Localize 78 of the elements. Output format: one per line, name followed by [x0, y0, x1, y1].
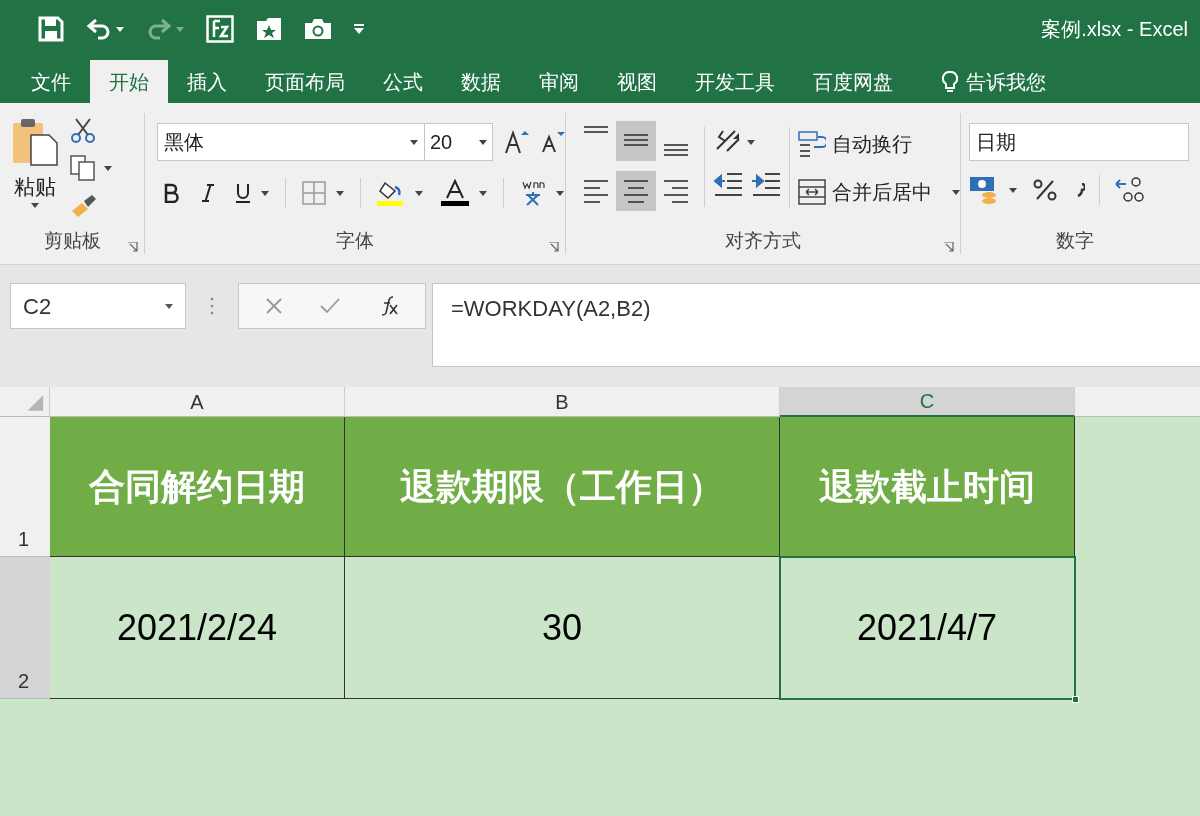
font-color-icon[interactable] [441, 179, 469, 207]
launcher-icon[interactable] [944, 242, 954, 252]
caret-icon[interactable] [410, 139, 418, 145]
tell-me-button[interactable]: 告诉我您 [912, 60, 1046, 103]
number-format-field[interactable]: 日期 [969, 123, 1189, 161]
group-label: 剪贴板 [43, 228, 101, 253]
window-title: 案例.xlsx - Excel [1041, 17, 1188, 42]
shrink-font-icon[interactable] [539, 130, 565, 154]
currency-icon[interactable] [969, 175, 999, 205]
star-folder-icon[interactable] [256, 17, 282, 41]
grow-font-icon[interactable] [503, 129, 529, 155]
customize-icon[interactable] [354, 24, 364, 34]
caret-icon[interactable] [479, 139, 487, 145]
caret-icon[interactable] [104, 165, 112, 171]
column-header[interactable]: C [780, 387, 1075, 417]
cancel-icon[interactable] [265, 297, 283, 315]
bold-icon[interactable] [163, 183, 179, 203]
ribbon-tab[interactable]: 文件 [12, 60, 90, 103]
ribbon-tab[interactable]: 数据 [442, 60, 520, 103]
row-header[interactable]: 1 [0, 417, 50, 557]
phonetic-guide-icon[interactable] [520, 180, 546, 206]
fill-color-icon[interactable] [377, 179, 405, 207]
merge-cells-icon [798, 179, 826, 205]
vertical-dots-icon [210, 297, 214, 315]
caret-icon[interactable] [336, 190, 344, 196]
font-name-field[interactable]: 黑体 [157, 123, 425, 161]
launcher-icon[interactable] [128, 242, 138, 252]
caret-icon[interactable] [31, 202, 39, 208]
format-painter-icon[interactable] [70, 193, 96, 217]
enter-check-icon[interactable] [319, 297, 341, 315]
ribbon-tab[interactable]: 百度网盘 [794, 60, 912, 103]
caret-icon[interactable] [952, 189, 960, 195]
ribbon-tab[interactable]: 审阅 [520, 60, 598, 103]
ribbon-tab[interactable]: 公式 [364, 60, 442, 103]
font-size-field[interactable]: 20 [425, 123, 493, 161]
table-cell[interactable]: 30 [345, 557, 780, 699]
increase-decimal-icon[interactable] [1114, 176, 1144, 204]
caret-icon[interactable] [479, 190, 487, 196]
launcher-icon[interactable] [549, 242, 559, 252]
row-header[interactable]: 2 [0, 557, 50, 699]
italic-icon[interactable] [201, 183, 215, 203]
underline-icon[interactable] [235, 182, 251, 204]
formula-field[interactable]: =WORKDAY(A2,B2) [432, 283, 1200, 367]
align-center-icon[interactable] [616, 171, 656, 211]
name-box[interactable]: C2 [10, 283, 186, 329]
lightbulb-icon [942, 69, 958, 94]
caret-icon[interactable] [556, 190, 564, 196]
merge-center-button[interactable]: 合并后居中 [798, 177, 960, 207]
camera-icon[interactable] [304, 18, 332, 40]
decrease-indent-icon[interactable] [713, 171, 743, 197]
ribbon-tab[interactable]: 开始 [90, 60, 168, 103]
paste-button[interactable]: 粘贴 [0, 113, 70, 228]
copy-icon[interactable] [70, 155, 96, 181]
undo-icon[interactable] [86, 16, 112, 42]
increase-indent-icon[interactable] [751, 171, 781, 197]
caret-icon[interactable] [1009, 187, 1017, 193]
save-icon[interactable] [38, 16, 64, 42]
ribbon-tab[interactable]: 插入 [168, 60, 246, 103]
caret-icon[interactable] [747, 139, 755, 145]
percent-icon[interactable] [1033, 179, 1057, 201]
caret-icon[interactable] [261, 190, 269, 196]
group-label: 字体 [336, 228, 374, 253]
caret-icon[interactable] [165, 303, 173, 309]
fill-handle[interactable] [1072, 696, 1079, 703]
wrap-text-button[interactable]: 自动换行 [798, 129, 960, 159]
comma-style-icon[interactable] [1077, 183, 1085, 197]
caret-icon[interactable] [415, 190, 423, 196]
ribbon-tab[interactable]: 页面布局 [246, 60, 364, 103]
caret-icon[interactable] [116, 26, 124, 32]
form-icon[interactable] [206, 15, 234, 43]
group-label: 对齐方式 [725, 228, 801, 253]
table-cell[interactable]: 2021/2/24 [50, 557, 345, 699]
align-middle-icon[interactable] [616, 121, 656, 161]
ribbon-tab[interactable]: 视图 [598, 60, 676, 103]
scissors-icon[interactable] [70, 117, 96, 143]
group-label: 数字 [1056, 228, 1094, 253]
wrap-text-icon [798, 131, 826, 157]
ribbon-tab[interactable]: 开发工具 [676, 60, 794, 103]
